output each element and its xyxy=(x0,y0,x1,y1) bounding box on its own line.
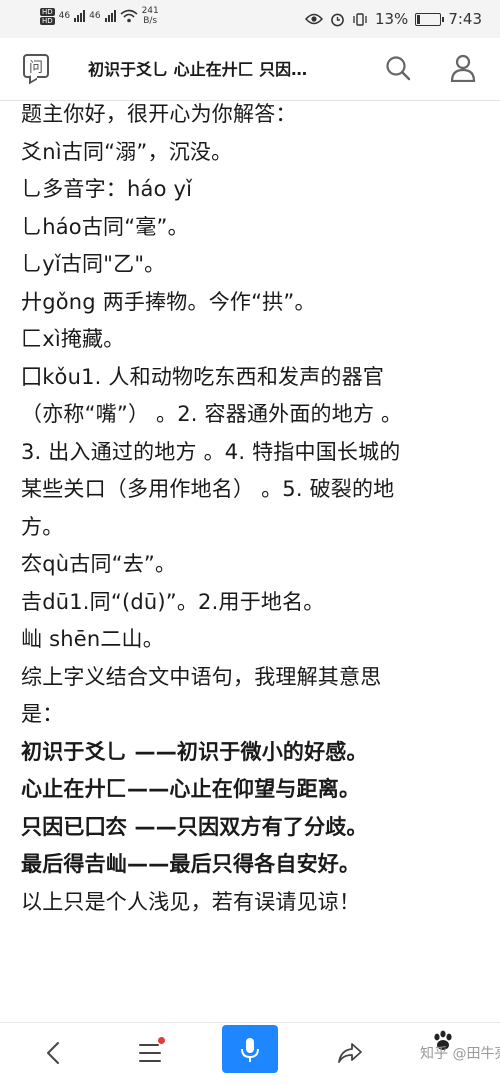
signal-4g-icon-2: 46 xyxy=(89,11,101,21)
search-icon[interactable] xyxy=(385,55,411,81)
status-bar: HD HD 46 46 241 B/s 13% 7:43 xyxy=(0,0,500,38)
status-left: HD HD 46 46 241 B/s xyxy=(40,6,159,26)
answer-content: 题主你好，很开心为你解答： 爻nì古同“溺”，沉没。 乚多音字：háo yǐ 乚háo… xyxy=(21,96,491,921)
network-speed-value: 241 xyxy=(141,6,159,16)
network-speed: 241 B/s xyxy=(142,6,159,26)
signal-bars-icon-2 xyxy=(104,10,116,22)
text-line: 乚yǐ古同"乙"。 xyxy=(21,252,166,276)
summary-line: 最后得𠮷屾——最后只得各自安好。 xyxy=(21,852,361,876)
signal-4g-icon: 46 xyxy=(58,11,71,21)
bottom-toolbar: 知乎 @田牛亮 xyxy=(0,1022,500,1084)
voice-input-button[interactable] xyxy=(222,1025,278,1073)
text-line: 囗kǒu1. 人和动物吃东西和发声的器官 xyxy=(21,364,385,389)
network-speed-unit: B/s xyxy=(143,16,158,26)
notification-dot xyxy=(158,1037,165,1044)
hd-icon: HD HD xyxy=(40,7,55,25)
text-line: 屾 shēn二山。 xyxy=(21,627,164,651)
text-line: 廾gǒng 两手捧物。今作“拱”。 xyxy=(21,289,316,314)
ask-question-icon[interactable]: 问 xyxy=(23,54,49,78)
signal-bars-icon xyxy=(74,10,86,22)
text-line: 匚xì掩藏。 xyxy=(21,327,125,351)
summary-line: 初识于爻乚 ——初识于微小的好感。 xyxy=(21,739,368,764)
vibrate-icon xyxy=(353,12,367,26)
summary-line: 只因已囗厺 ——只因双方有了分歧。 xyxy=(21,814,368,839)
summary-line: 心止在廾匚——心止在仰望与距离。 xyxy=(21,777,361,801)
wifi-icon xyxy=(120,9,138,23)
text-line: 题主你好，很开心为你解答： xyxy=(21,102,297,126)
text-line: 以上只是个人浅见，若有误请见谅！ xyxy=(21,889,361,914)
text-line: 厺qù古同“去”。 xyxy=(21,552,177,576)
text-line: 某些关口（多用作地名） 。5. 破裂的地 xyxy=(21,477,395,501)
text-line: 爻nì古同“溺”，沉没。 xyxy=(21,139,233,164)
text-line: 乚多音字：háo yǐ xyxy=(21,177,193,201)
share-icon[interactable] xyxy=(337,1041,363,1065)
text-line: 方。 xyxy=(21,514,64,539)
back-icon[interactable] xyxy=(42,1041,66,1065)
microphone-icon xyxy=(241,1038,259,1062)
text-line: 𠮷dū1.同“(dū)”。2.用于地名。 xyxy=(21,589,325,614)
app-header: 问 初识于爻乚 心止在廾匚 只因… xyxy=(0,38,500,101)
status-right: 13% 7:43 xyxy=(304,10,482,28)
page-title: 初识于爻乚 心止在廾匚 只因… xyxy=(88,60,308,79)
clock: 7:43 xyxy=(448,10,482,28)
menu-icon[interactable] xyxy=(138,1041,162,1065)
battery-percent: 13% xyxy=(374,10,409,28)
eye-icon xyxy=(304,13,323,25)
watermark: 知乎 @田牛亮 xyxy=(420,1046,500,1062)
text-line: （亦称“嘴”） 。2. 容器通外面的地方 。 xyxy=(21,402,403,426)
profile-icon[interactable] xyxy=(450,54,476,82)
text-line: 乚háo古同“毫”。 xyxy=(21,214,189,239)
text-line: 3. 出入通过的地方 。4. 特指中国长城的 xyxy=(21,439,401,464)
text-line: 是： xyxy=(21,702,64,726)
alarm-icon xyxy=(331,13,344,26)
text-line: 综上字义结合文中语句，我理解其意思 xyxy=(21,664,382,689)
battery-icon xyxy=(415,12,445,26)
